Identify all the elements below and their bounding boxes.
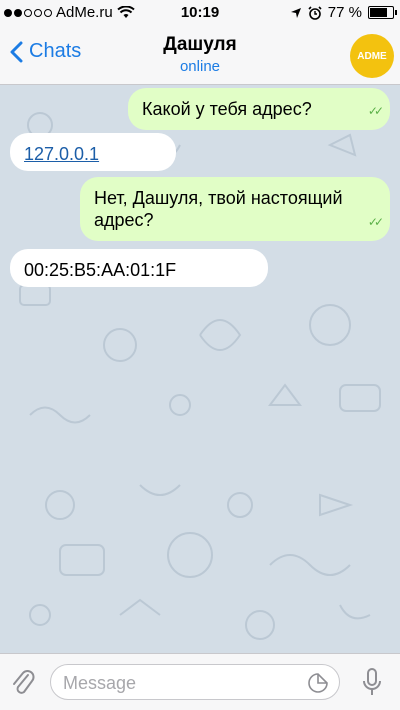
chat-header: Chats Дашуля online ADME (0, 28, 400, 85)
read-receipt-icon: ✓✓ (367, 104, 384, 118)
message-list[interactable]: Какой у тебя адрес? ✓✓ 127.0.0.1 Нет, Да… (0, 85, 400, 653)
message-bubble-incoming[interactable]: 00:25:B5:AA:01:1F (10, 249, 268, 287)
message-composer (0, 653, 400, 710)
battery-icon (368, 6, 397, 19)
read-receipt-icon: ✓✓ (367, 215, 384, 229)
telegram-chat-screen: AdMe.ru 10:19 77 % Chats Дашуля online A… (0, 0, 400, 710)
location-arrow-icon (290, 7, 301, 18)
paperclip-icon[interactable] (10, 667, 36, 697)
sticker-icon[interactable] (307, 672, 329, 694)
message-bubble-incoming[interactable]: 127.0.0.1 (10, 133, 176, 171)
alarm-icon (308, 5, 322, 20)
battery-percent: 77 % (327, 4, 362, 21)
message-bubble-outgoing[interactable]: Нет, Дашуля, твой настоящий адрес? ✓✓ (80, 177, 390, 241)
message-input[interactable] (61, 671, 305, 695)
message-field[interactable] (50, 664, 340, 700)
battery-level-fill (370, 8, 387, 17)
message-text: 00:25:B5:AA:01:1F (24, 260, 177, 280)
message-link[interactable]: 127.0.0.1 (24, 144, 99, 164)
microphone-icon[interactable] (362, 667, 382, 697)
message-text: Нет, Дашуля, твой настоящий адрес? (94, 188, 343, 230)
chat-title-block[interactable]: Дашуля online (0, 34, 400, 75)
contact-status: online (179, 58, 221, 75)
message-text: Какой у тебя адрес? (142, 99, 312, 119)
contact-name: Дашуля (163, 34, 237, 55)
status-bar: AdMe.ru 10:19 77 % (0, 0, 400, 28)
status-right: 77 % (290, 4, 397, 21)
avatar[interactable]: ADME (350, 34, 394, 78)
message-bubble-outgoing[interactable]: Какой у тебя адрес? ✓✓ (128, 88, 390, 130)
